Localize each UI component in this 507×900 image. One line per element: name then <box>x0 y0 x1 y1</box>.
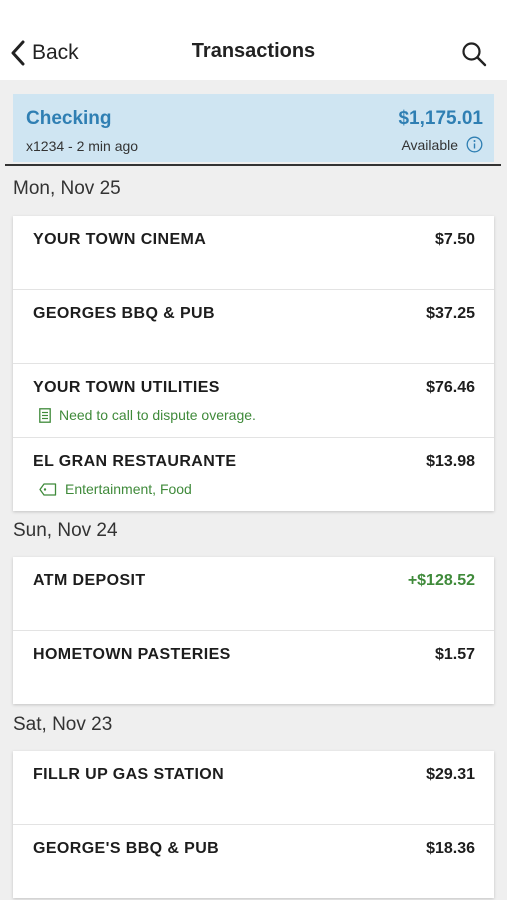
transaction-row[interactable]: GEORGE'S BBQ & PUB $18.36 <box>13 824 494 898</box>
account-subtitle: x1234 - 2 min ago <box>26 138 139 154</box>
search-icon[interactable] <box>461 41 487 67</box>
tags-text: Entertainment, Food <box>65 481 192 497</box>
balance-label-row: Available <box>401 136 483 153</box>
transaction-tags: Entertainment, Food <box>39 481 192 497</box>
balance-label: Available <box>401 136 458 153</box>
transaction-amount: $29.31 <box>426 766 475 783</box>
transaction-row[interactable]: FILLR UP GAS STATION $29.31 <box>13 751 494 824</box>
merchant-name: GEORGE'S BBQ & PUB <box>33 840 220 857</box>
transaction-amount: $18.36 <box>426 840 475 857</box>
transaction-row[interactable]: HOMETOWN PASTERIES $1.57 <box>13 630 494 704</box>
merchant-name: HOMETOWN PASTERIES <box>33 646 231 663</box>
transaction-note: Need to call to dispute overage. <box>39 407 256 423</box>
transaction-row[interactable]: ATM DEPOSIT +$128.52 <box>13 557 494 630</box>
transaction-group: ATM DEPOSIT +$128.52 HOMETOWN PASTERIES … <box>13 557 494 704</box>
date-header: Sun, Nov 24 <box>13 520 118 541</box>
account-name: Checking <box>26 108 112 129</box>
transaction-amount: $76.46 <box>426 379 475 396</box>
note-icon <box>39 407 51 423</box>
page-title: Transactions <box>191 40 316 62</box>
note-text: Need to call to dispute overage. <box>59 407 256 423</box>
transaction-amount: $7.50 <box>434 231 475 248</box>
merchant-name: ATM DEPOSIT <box>33 572 146 589</box>
tag-icon <box>39 482 57 496</box>
merchant-name: EL GRAN RESTAURANTE <box>33 453 237 470</box>
transaction-amount: $13.98 <box>426 453 475 470</box>
nav-bar: Back Transactions <box>0 0 507 80</box>
account-summary[interactable]: Checking x1234 - 2 min ago $1,175.01 Ava… <box>13 94 494 162</box>
divider <box>5 164 501 166</box>
merchant-name: FILLR UP GAS STATION <box>33 766 225 783</box>
transaction-group: YOUR TOWN CINEMA $7.50 GEORGES BBQ & PUB… <box>13 216 494 511</box>
merchant-name: GEORGES BBQ & PUB <box>33 305 215 322</box>
transaction-row[interactable]: YOUR TOWN CINEMA $7.50 <box>13 216 494 289</box>
merchant-name: YOUR TOWN UTILITIES <box>33 379 220 396</box>
transaction-row[interactable]: GEORGES BBQ & PUB $37.25 <box>13 289 494 363</box>
info-icon[interactable] <box>466 136 483 153</box>
merchant-name: YOUR TOWN CINEMA <box>33 231 207 248</box>
transaction-amount: $37.25 <box>426 305 475 322</box>
account-balance: $1,175.01 <box>398 108 483 129</box>
date-header: Mon, Nov 25 <box>13 178 121 199</box>
transaction-row[interactable]: EL GRAN RESTAURANTE $13.98 Entertainment… <box>13 437 494 511</box>
transaction-amount: +$128.52 <box>407 572 475 589</box>
date-header: Sat, Nov 23 <box>13 714 113 735</box>
transaction-row[interactable]: YOUR TOWN UTILITIES $76.46 Need to call … <box>13 363 494 437</box>
transaction-amount: $1.57 <box>434 646 475 663</box>
transaction-group: FILLR UP GAS STATION $29.31 GEORGE'S BBQ… <box>13 751 494 898</box>
